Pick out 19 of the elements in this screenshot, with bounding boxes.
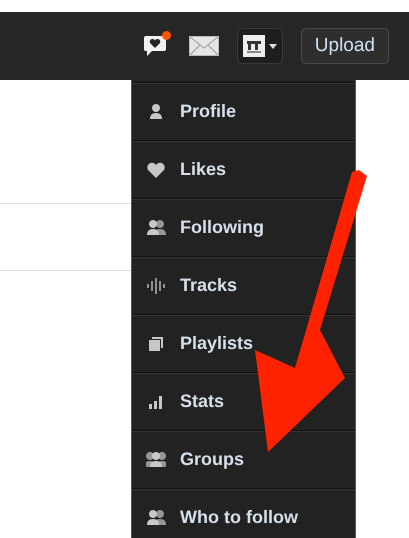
people-icon [146, 508, 166, 526]
group-icon [146, 450, 166, 468]
profile-menu-button[interactable] [236, 28, 283, 64]
heart-icon [146, 160, 166, 178]
menu-item-label: Playlists [180, 332, 254, 355]
menu-item-label: Tracks [180, 274, 238, 297]
menu-item[interactable]: Who to follow [132, 488, 355, 538]
upload-button[interactable]: Upload [300, 28, 389, 64]
menu-item-label: Stats [180, 390, 224, 413]
waveform-icon [146, 276, 166, 294]
menu-item-label: Likes [180, 158, 226, 181]
menu-item-label: Profile [180, 100, 236, 123]
menu-item-label: Who to follow [180, 506, 298, 529]
menu-item[interactable]: Profile [132, 82, 355, 140]
menu-item-label: Groups [180, 448, 244, 471]
people-icon [146, 218, 166, 236]
menu-item-label: Following [180, 216, 264, 239]
caret-icon [268, 44, 277, 48]
stack-icon [146, 334, 166, 352]
